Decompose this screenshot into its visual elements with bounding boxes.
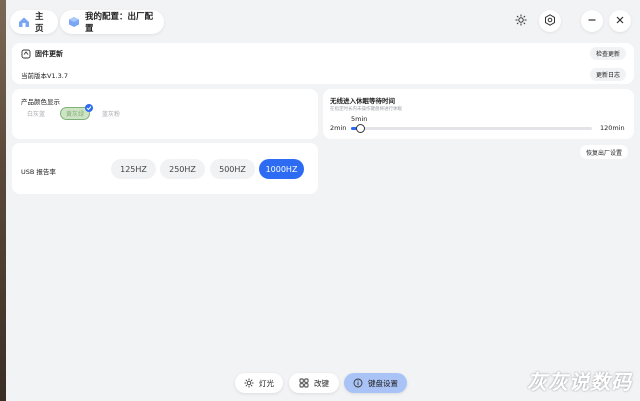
usb-rate-title: USB 报告率 [21, 168, 56, 176]
sleep-description: 在指定时长内未操作键盘将进行休眠 [330, 107, 402, 112]
rate-option-1000[interactable]: 1000HZ [259, 159, 304, 179]
minimize-button[interactable] [581, 10, 603, 32]
keymap-icon [299, 378, 309, 388]
firmware-title: 固件更新 [35, 50, 63, 58]
home-icon [18, 16, 30, 28]
close-icon [615, 15, 625, 27]
sleep-slider[interactable] [351, 124, 592, 133]
cube-icon [68, 16, 80, 28]
product-color-card: 产品颜色显示 白灰蓝 黄灰绿 蓝灰粉 [12, 89, 318, 139]
settings-button[interactable] [539, 10, 561, 32]
color-option-label: 黄灰绿 [65, 111, 84, 118]
app-window: 主页 我的配置：出厂配置 固件更新 检查更新 当前版本V1.3.7 更新日志 产… [6, 0, 640, 401]
color-option-yellow-gray-green[interactable]: 黄灰绿 [60, 104, 93, 120]
firmware-version: 当前版本V1.3.7 [21, 72, 68, 80]
changelog-button[interactable]: 更新日志 [590, 68, 627, 81]
check-icon [85, 104, 93, 112]
watermark: 灰灰说数码 [527, 370, 632, 394]
rate-option-125[interactable]: 125HZ [111, 159, 156, 179]
check-update-button[interactable]: 检查更新 [590, 47, 627, 60]
sleep-title: 无线进入休眠等待时间 [330, 97, 395, 105]
sleep-slider-knob[interactable] [356, 124, 365, 133]
sleep-min-label: 2min [330, 124, 347, 132]
config-label: 我的配置：出厂配置 [85, 12, 154, 34]
nav-keyboard-settings[interactable]: 键盘设置 [344, 373, 407, 393]
info-icon [353, 378, 363, 388]
sleep-max-label: 120min [600, 124, 625, 132]
sleep-timeout-card: 无线进入休眠等待时间 在指定时长内未操作键盘将进行休眠 5min 2min 12… [323, 89, 634, 139]
color-option-white-gray-blue[interactable]: 白灰蓝 [21, 107, 51, 120]
rate-option-250[interactable]: 250HZ [160, 159, 205, 179]
nav-lighting-label: 灯光 [259, 378, 274, 388]
color-option-blue-gray-pink[interactable]: 蓝灰粉 [96, 107, 126, 120]
factory-reset-button[interactable]: 恢复出厂设置 [580, 145, 629, 159]
home-button[interactable]: 主页 [10, 10, 58, 34]
firmware-icon [21, 49, 31, 59]
brightness-icon [515, 14, 527, 28]
light-icon [244, 378, 254, 388]
brightness-button[interactable] [511, 11, 531, 31]
usb-rate-card: USB 报告率 125HZ 250HZ 500HZ 1000HZ [12, 143, 318, 194]
settings-icon [544, 14, 556, 28]
config-selector[interactable]: 我的配置：出厂配置 [60, 10, 164, 34]
product-color-title: 产品颜色显示 [21, 98, 60, 106]
nav-keymap[interactable]: 改键 [289, 373, 339, 393]
minimize-icon [587, 15, 597, 27]
close-button[interactable] [609, 10, 631, 32]
rate-option-500[interactable]: 500HZ [210, 159, 255, 179]
home-label: 主页 [35, 12, 44, 34]
nav-lighting[interactable]: 灯光 [235, 373, 283, 393]
nav-keyboard-settings-label: 键盘设置 [368, 378, 398, 388]
firmware-card: 固件更新 检查更新 当前版本V1.3.7 更新日志 [12, 43, 634, 84]
nav-keymap-label: 改键 [314, 378, 329, 388]
sleep-value-label: 5min [351, 115, 368, 123]
